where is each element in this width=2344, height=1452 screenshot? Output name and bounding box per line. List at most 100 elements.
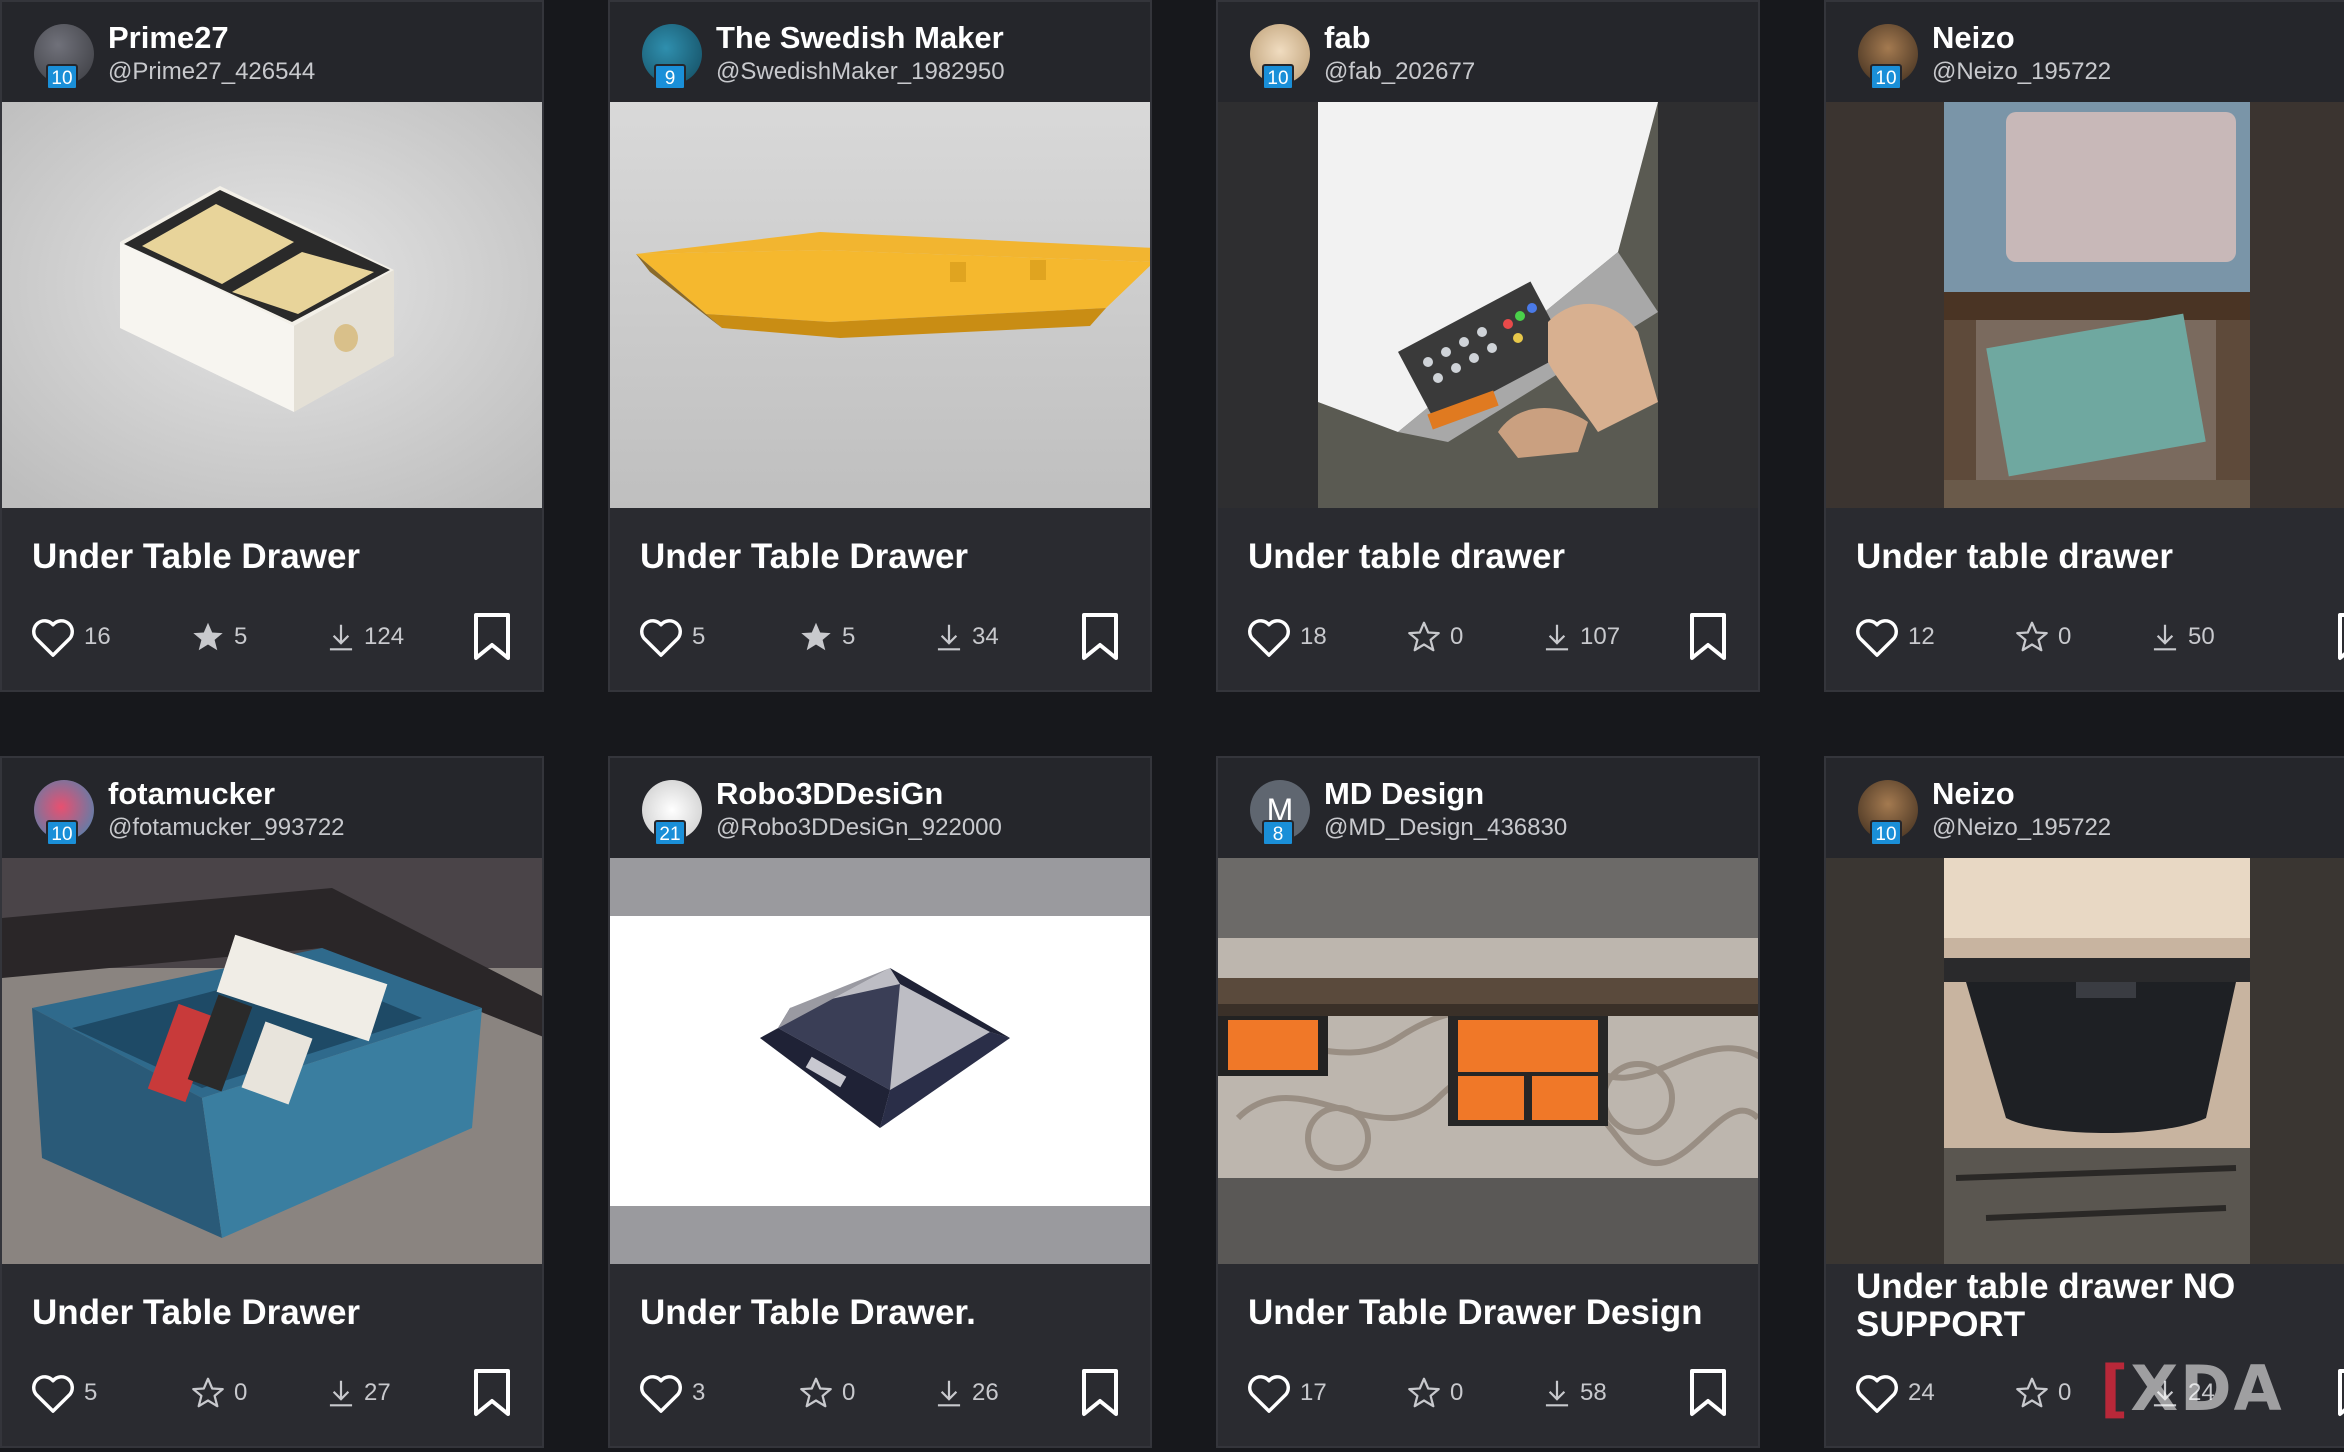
model-thumbnail[interactable]	[610, 858, 1150, 1264]
level-badge: 8	[1262, 820, 1294, 846]
author-name[interactable]: fotamucker	[108, 776, 275, 812]
card-stats: 16 5 124	[2, 602, 542, 672]
watermark-text: XDA	[2130, 1352, 2284, 1425]
model-grid: 10 Prime27 @Prime27_426544 Under Table D…	[0, 0, 2344, 1452]
avatar[interactable]: 10	[34, 24, 94, 90]
model-card[interactable]: 9 The Swedish Maker @SwedishMaker_198295…	[608, 0, 1152, 692]
author-handle[interactable]: @Neizo_195722	[1932, 58, 2111, 86]
model-card[interactable]: 10 fotamucker @fotamucker_993722 Under T…	[0, 756, 544, 1448]
card-stats: 3 0 26	[610, 1358, 1150, 1428]
bookmark-icon[interactable]	[1688, 612, 1728, 662]
model-title[interactable]: Under table drawer	[1248, 538, 1738, 576]
author-name[interactable]: Neizo	[1932, 776, 2015, 812]
bookmark-icon[interactable]	[472, 1368, 512, 1418]
like-button[interactable]: 24	[1854, 1370, 1935, 1416]
bookmark-icon[interactable]	[1080, 612, 1120, 662]
model-thumbnail[interactable]	[1826, 858, 2344, 1264]
avatar[interactable]: 21	[642, 780, 702, 846]
author-name[interactable]: Prime27	[108, 20, 229, 56]
model-title[interactable]: Under table drawer	[1856, 538, 2344, 576]
bookmark-icon[interactable]	[2336, 1368, 2344, 1418]
like-count: 5	[692, 623, 706, 650]
rating[interactable]: 0	[798, 1370, 855, 1416]
rating[interactable]: 5	[798, 614, 855, 660]
model-title[interactable]: Under Table Drawer	[32, 1294, 522, 1332]
downloads: 58	[1542, 1370, 1607, 1416]
like-button[interactable]: 17	[1246, 1370, 1327, 1416]
bookmark-icon[interactable]	[472, 612, 512, 662]
like-count: 18	[1300, 623, 1327, 650]
model-thumbnail[interactable]	[1218, 102, 1758, 508]
author-name[interactable]: MD Design	[1324, 776, 1484, 812]
rating[interactable]: 0	[2014, 614, 2071, 660]
rating[interactable]: 5	[190, 614, 247, 660]
model-thumbnail[interactable]	[1218, 858, 1758, 1264]
downloads: 26	[934, 1370, 999, 1416]
star-count: 0	[1450, 623, 1464, 650]
like-button[interactable]: 5	[30, 1370, 97, 1416]
author-name[interactable]: fab	[1324, 20, 1371, 56]
rating[interactable]: 0	[1406, 1370, 1463, 1416]
model-title[interactable]: Under Table Drawer	[640, 538, 1130, 576]
rating[interactable]: 0	[2014, 1370, 2071, 1416]
download-icon	[329, 1380, 353, 1407]
avatar[interactable]: 10	[1858, 24, 1918, 90]
model-card[interactable]: 10 fab @fab_202677 Under table drawer 18…	[1216, 0, 1760, 692]
author-name[interactable]: Robo3DDesiGn	[716, 776, 943, 812]
model-thumbnail[interactable]	[610, 102, 1150, 508]
author-handle[interactable]: @Robo3DDesiGn_922000	[716, 814, 1002, 842]
downloads: 107	[1542, 614, 1620, 660]
model-card[interactable]: M 8 MD Design @MD_Design_436830 Under Ta…	[1216, 756, 1760, 1448]
author-handle[interactable]: @MD_Design_436830	[1324, 814, 1567, 842]
model-title[interactable]: Under table drawer NO SUPPORT	[1856, 1268, 2344, 1344]
download-icon	[329, 624, 353, 651]
author-handle[interactable]: @Neizo_195722	[1932, 814, 2111, 842]
avatar[interactable]: 9	[642, 24, 702, 90]
level-badge: 21	[654, 820, 686, 846]
model-thumbnail[interactable]	[2, 858, 542, 1264]
model-thumbnail[interactable]	[1826, 102, 2344, 508]
bookmark-icon[interactable]	[1688, 1368, 1728, 1418]
avatar[interactable]: 10	[34, 780, 94, 846]
author-handle[interactable]: @fab_202677	[1324, 58, 1475, 86]
like-button[interactable]: 18	[1246, 614, 1327, 660]
heart-icon	[1248, 619, 1290, 657]
rating[interactable]: 0	[1406, 614, 1463, 660]
model-card[interactable]: 21 Robo3DDesiGn @Robo3DDesiGn_922000 Und…	[608, 756, 1152, 1448]
downloads: 34	[934, 614, 999, 660]
level-badge: 10	[46, 820, 78, 846]
card-header: 10 Neizo @Neizo_195722	[1826, 2, 2344, 102]
card-header: 21 Robo3DDesiGn @Robo3DDesiGn_922000	[610, 758, 1150, 858]
avatar[interactable]: 10	[1858, 780, 1918, 846]
author-name[interactable]: The Swedish Maker	[716, 20, 1004, 56]
download-icon	[937, 624, 961, 651]
card-stats: 18 0 107	[1218, 602, 1758, 672]
model-card[interactable]: 10 Prime27 @Prime27_426544 Under Table D…	[0, 0, 544, 692]
author-handle[interactable]: @SwedishMaker_1982950	[716, 58, 1005, 86]
rating[interactable]: 0	[190, 1370, 247, 1416]
model-thumbnail[interactable]	[2, 102, 542, 508]
star-outline-icon	[1408, 621, 1440, 652]
card-header: 10 Neizo @Neizo_195722	[1826, 758, 2344, 858]
model-title[interactable]: Under Table Drawer Design	[1248, 1294, 1738, 1332]
like-button[interactable]: 5	[638, 614, 705, 660]
model-title[interactable]: Under Table Drawer.	[640, 1294, 1130, 1332]
model-card[interactable]: 10 Neizo @Neizo_195722 Under table drawe…	[1824, 756, 2344, 1448]
model-title[interactable]: Under Table Drawer	[32, 538, 522, 576]
heart-icon	[32, 1375, 74, 1413]
model-card[interactable]: 10 Neizo @Neizo_195722 Under table drawe…	[1824, 0, 2344, 692]
author-handle[interactable]: @fotamucker_993722	[108, 814, 345, 842]
star-outline-icon	[800, 1377, 832, 1408]
like-button[interactable]: 16	[30, 614, 111, 660]
author-handle[interactable]: @Prime27_426544	[108, 58, 315, 86]
like-button[interactable]: 3	[638, 1370, 705, 1416]
card-stats: 17 0 58	[1218, 1358, 1758, 1428]
avatar[interactable]: 10	[1250, 24, 1310, 90]
heart-icon	[32, 619, 74, 657]
author-name[interactable]: Neizo	[1932, 20, 2015, 56]
bookmark-icon[interactable]	[2336, 612, 2344, 662]
avatar[interactable]: M 8	[1250, 780, 1310, 846]
like-button[interactable]: 12	[1854, 614, 1935, 660]
bookmark-icon[interactable]	[1080, 1368, 1120, 1418]
star-count: 0	[234, 1379, 248, 1406]
